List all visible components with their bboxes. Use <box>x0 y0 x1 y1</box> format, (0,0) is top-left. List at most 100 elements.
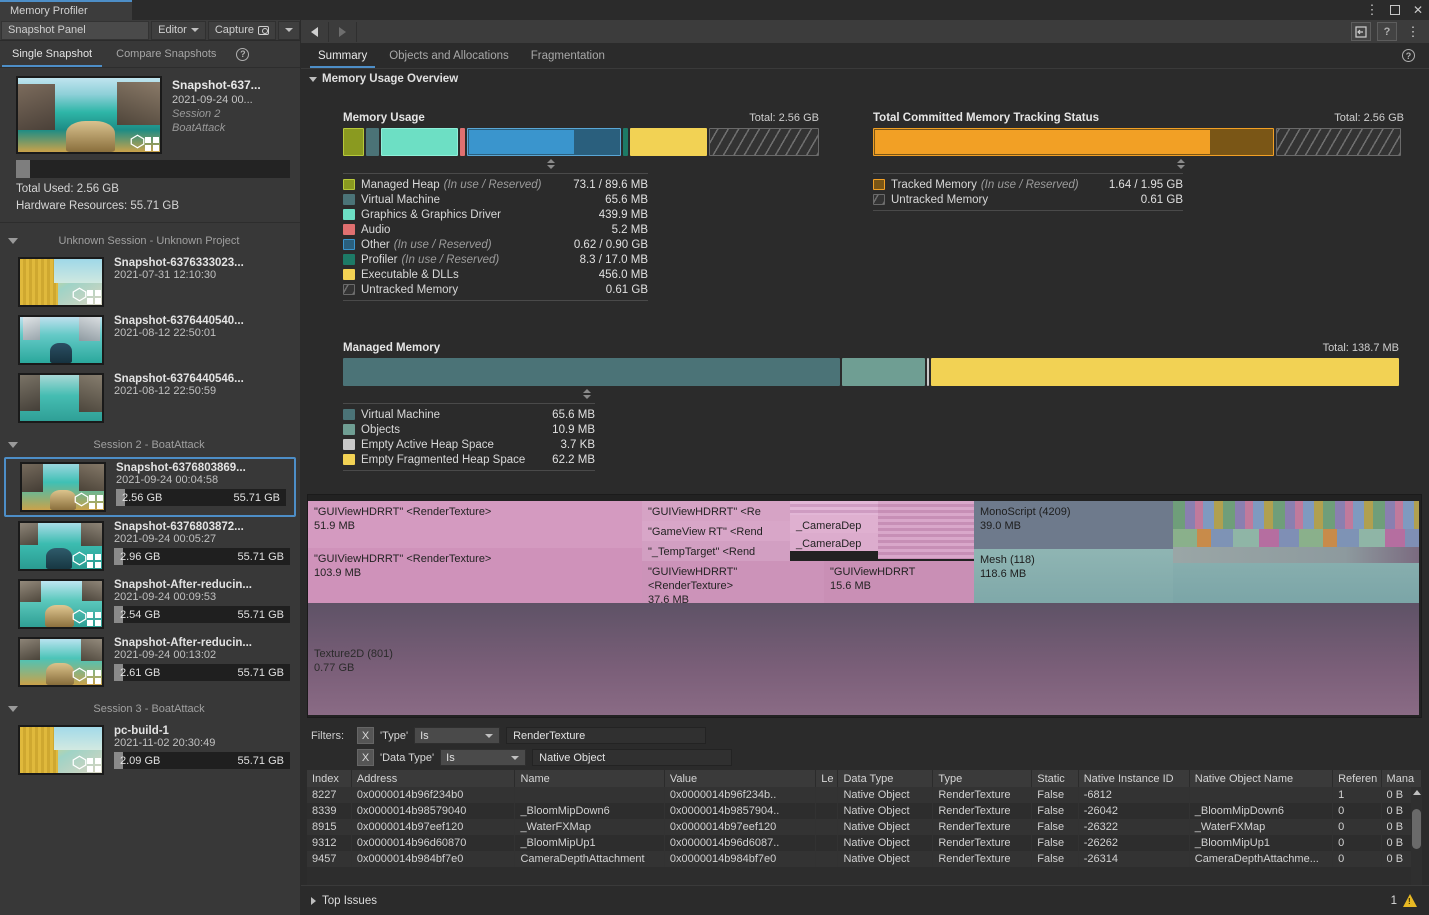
remove-filter-button[interactable]: X <box>357 749 374 766</box>
treemap-block[interactable]: MonoScript (4209) 39.0 MB <box>974 501 1173 549</box>
cell-native-object-name[interactable]: _BloomMipDown6 <box>1189 803 1332 819</box>
memory-usage-bar[interactable] <box>343 128 819 156</box>
treemap-block-mesh-right[interactable] <box>1173 563 1419 603</box>
list-item[interactable]: pc-build-1 2021-11-02 20:30:49 2.09 GB 5… <box>0 721 300 779</box>
committed-memory-bar[interactable] <box>873 128 1404 156</box>
filter-value-input[interactable]: Native Object <box>532 749 732 766</box>
capture-button[interactable]: Capture <box>208 21 276 40</box>
cell-native-object-name[interactable]: _WaterFXMap <box>1189 819 1332 835</box>
column-header-native-instance-id[interactable]: Native Instance ID <box>1078 770 1189 787</box>
nav-back-button[interactable] <box>301 22 329 42</box>
treemap-block-grey[interactable] <box>1173 547 1419 563</box>
column-header-address[interactable]: Address <box>351 770 515 787</box>
treemap-block[interactable]: _CameraDep 7.1 MB <box>790 533 878 551</box>
cell-native-object-name[interactable]: CameraDepthAttachme... <box>1189 851 1332 867</box>
table-row[interactable]: 8915 0x0000014b97eef120 _WaterFXMap 0x00… <box>307 819 1422 835</box>
legend-row[interactable]: Profiler (In use / Reserved) 8.3 / 17.0 … <box>343 252 648 267</box>
cell-native-object-name[interactable] <box>1189 787 1332 803</box>
table-row[interactable]: 9457 0x0000014b984bf7e0 CameraDepthAttac… <box>307 851 1422 867</box>
window-tab-memory-profiler[interactable]: Memory Profiler <box>0 0 132 20</box>
cell-native-instance-id[interactable]: -26042 <box>1078 803 1189 819</box>
top-issues-bar[interactable]: Top Issues 1 <box>301 885 1429 915</box>
cell-native-instance-id[interactable]: -26314 <box>1078 851 1189 867</box>
column-header-length[interactable]: Le <box>816 770 838 787</box>
tab-fragmentation[interactable]: Fragmentation <box>520 44 616 68</box>
bar-segment-untracked[interactable] <box>1276 128 1401 156</box>
column-header-value[interactable]: Value <box>664 770 815 787</box>
legend-row[interactable]: Untracked Memory 0.61 GB <box>873 192 1183 207</box>
treemap-block[interactable]: "GUIViewHDRRT" <RenderTexture> 103.9 MB <box>308 548 642 603</box>
column-header-type[interactable]: Type <box>933 770 1032 787</box>
legend-row[interactable]: Tracked Memory (In use / Reserved) 1.64 … <box>873 177 1183 192</box>
legend-row[interactable]: Graphics & Graphics Driver 439.9 MB <box>343 207 648 222</box>
nav-forward-button[interactable] <box>329 22 357 42</box>
treemap-block[interactable]: "GUIViewHDRRT" <RenderTexture> 37.6 MB <box>642 561 824 603</box>
tab-single-snapshot[interactable]: Single Snapshot <box>0 41 104 67</box>
capture-options-dropdown[interactable] <box>278 21 300 40</box>
bar-segment-profiler[interactable] <box>623 128 629 156</box>
scrollbar-thumb[interactable] <box>1412 809 1421 849</box>
treemap-block-texture2d[interactable]: Texture2D (801) 0.77 GB <box>308 603 1419 715</box>
bar-segment-tracked[interactable] <box>873 128 1274 156</box>
legend-row[interactable]: Other (In use / Reserved) 0.62 / 0.90 GB <box>343 237 648 252</box>
legend-row[interactable]: Audio 5.2 MB <box>343 222 648 237</box>
list-item[interactable]: Snapshot-After-reducin... 2021-09-24 00:… <box>0 633 300 691</box>
bar-segment-other[interactable] <box>467 128 620 156</box>
column-header-managed[interactable]: Mana <box>1381 770 1421 787</box>
window-menu-kebab-icon[interactable]: ⋮ <box>1365 3 1379 17</box>
legend-row[interactable]: Managed Heap (In use / Reserved) 73.1 / … <box>343 177 648 192</box>
featured-snapshot-card[interactable]: Snapshot-637... 2021-09-24 00... Session… <box>0 68 300 223</box>
main-menu-kebab-icon[interactable]: ⋮ <box>1403 22 1423 41</box>
treemap-block[interactable]: "GUIViewHDRRT" <RenderTexture> 51.9 MB <box>308 501 642 548</box>
session-header-session-3[interactable]: Session 3 - BoatAttack <box>0 697 300 721</box>
filter-operator-select[interactable]: Is <box>414 727 500 744</box>
column-header-references[interactable]: Referen <box>1333 770 1381 787</box>
cell-native-instance-id[interactable]: -26262 <box>1078 835 1189 851</box>
table-row[interactable]: 8339 0x0000014b98579040 _BloomMipDown6 0… <box>307 803 1422 819</box>
bar-segment-audio[interactable] <box>460 128 466 156</box>
committed-memory-resize-spinner[interactable] <box>1173 159 1189 169</box>
bar-segment-empty-active-heap[interactable] <box>927 358 929 386</box>
tab-compare-snapshots[interactable]: Compare Snapshots <box>104 41 228 67</box>
legend-row[interactable]: Objects 10.9 MB <box>343 422 595 437</box>
filter-value-input[interactable]: RenderTexture <box>506 727 706 744</box>
legend-row[interactable]: Executable & DLLs 456.0 MB <box>343 267 648 282</box>
list-item[interactable]: Snapshot-6376333023... 2021-07-31 12:10:… <box>0 253 300 311</box>
treemap-block[interactable]: _CameraDep 7.1 MB <box>790 515 878 533</box>
column-header-static[interactable]: Static <box>1032 770 1078 787</box>
bar-segment-untracked[interactable] <box>709 128 819 156</box>
column-header-name[interactable]: Name <box>515 770 664 787</box>
tab-summary[interactable]: Summary <box>307 44 378 68</box>
tab-objects-and-allocations[interactable]: Objects and Allocations <box>378 44 520 68</box>
bar-segment-executable-dlls[interactable] <box>630 128 707 156</box>
memory-usage-resize-spinner[interactable] <box>543 159 559 169</box>
cell-native-object-name[interactable]: _BloomMipUp1 <box>1189 835 1332 851</box>
editor-target-dropdown[interactable]: Editor <box>151 21 206 40</box>
cell-native-instance-id[interactable]: -26322 <box>1078 819 1189 835</box>
bar-segment-empty-fragmented-heap[interactable] <box>931 358 1399 386</box>
objects-table[interactable]: Index Address Name Value Le Data Type Ty… <box>307 770 1422 894</box>
column-header-native-object-name[interactable]: Native Object Name <box>1189 770 1332 787</box>
window-maximize-icon[interactable] <box>1388 3 1402 17</box>
list-item[interactable]: Snapshot-6376440540... 2021-08-12 22:50:… <box>0 311 300 369</box>
legend-row[interactable]: Virtual Machine 65.6 MB <box>343 407 595 422</box>
treemap-noise-mosaic[interactable] <box>1173 501 1419 529</box>
column-header-data-type[interactable]: Data Type <box>838 770 933 787</box>
legend-row[interactable]: Empty Fragmented Heap Space 62.2 MB <box>343 452 595 467</box>
treemap-block[interactable]: "_TempTarget" <Rend 14.3 MB <box>642 541 790 561</box>
load-snapshot-icon[interactable] <box>1351 22 1371 41</box>
managed-memory-bar[interactable] <box>343 358 1399 386</box>
legend-row[interactable]: Untracked Memory 0.61 GB <box>343 282 648 297</box>
treemap-noise-mosaic[interactable] <box>1173 529 1419 547</box>
column-header-index[interactable]: Index <box>307 770 351 787</box>
bar-segment-managed-heap[interactable] <box>343 128 364 156</box>
treemap-sliver-group[interactable] <box>878 501 974 559</box>
table-vertical-scrollbar[interactable] <box>1411 787 1422 894</box>
list-item[interactable]: Snapshot-6376440546... 2021-08-12 22:50:… <box>0 369 300 427</box>
bar-segment-virtual-machine[interactable] <box>343 358 840 386</box>
bar-segment-objects[interactable] <box>842 358 925 386</box>
table-row[interactable]: 8227 0x0000014b96f234b0 0x0000014b96f234… <box>307 787 1422 803</box>
filter-operator-select[interactable]: Is <box>440 749 526 766</box>
session-header-unknown[interactable]: Unknown Session - Unknown Project <box>0 229 300 253</box>
snapshot-help-icon[interactable]: ? <box>236 48 249 61</box>
